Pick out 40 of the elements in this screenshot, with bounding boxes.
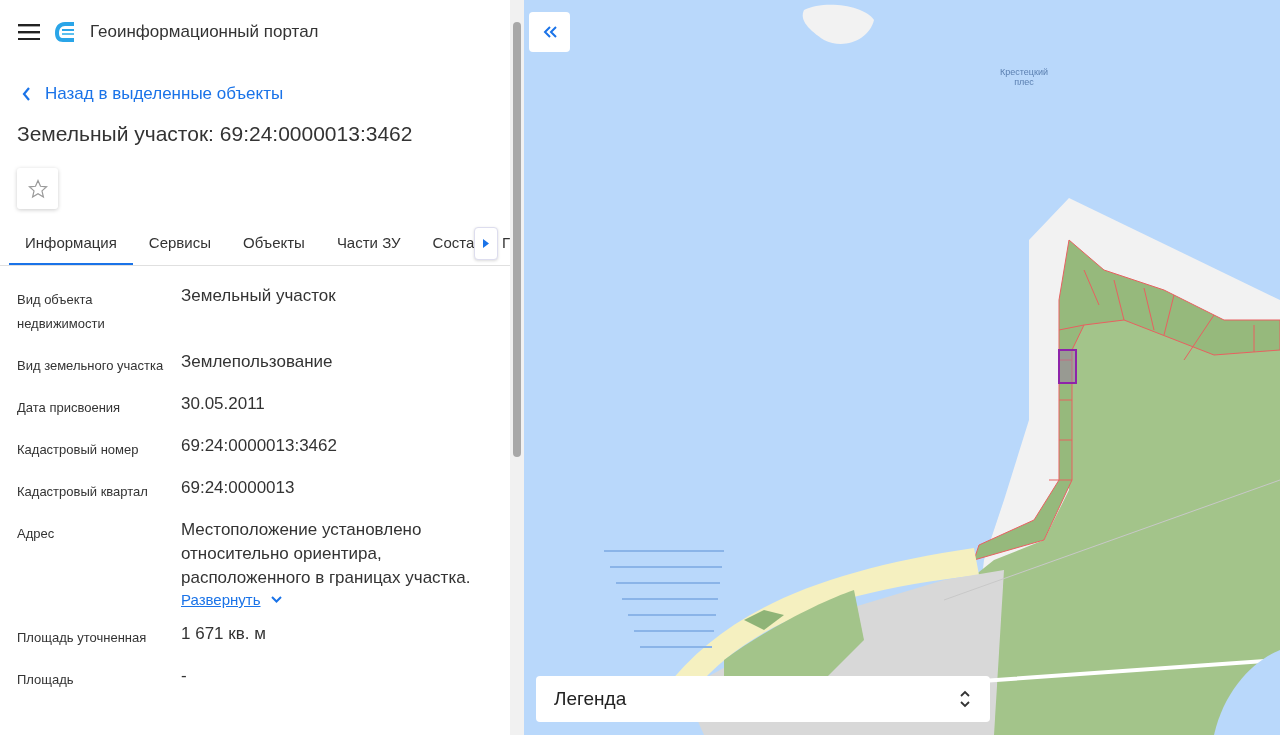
field-label: Вид земельного участка: [17, 357, 165, 375]
field-value: -: [181, 665, 188, 687]
up-down-chevron-icon: [960, 690, 970, 708]
back-link[interactable]: Назад в выделенные объекты: [45, 84, 284, 104]
field-value: 30.05.2011: [181, 393, 266, 415]
field-label: Адрес: [17, 525, 56, 543]
field-label: Вид объекта недвижимости: [17, 291, 106, 333]
map-label: Крестецкий плес: [999, 67, 1049, 87]
tab[interactable]: Сервисы: [132, 221, 227, 265]
menu-icon[interactable]: [18, 24, 40, 40]
field-value: 1 671 кв. м: [181, 623, 267, 645]
tab[interactable]: Г: [501, 221, 510, 265]
expand-link[interactable]: Развернуть: [181, 591, 261, 608]
legend-dropdown[interactable]: Легенда: [536, 676, 990, 722]
favorite-button[interactable]: [17, 168, 58, 209]
field-label: Кадастровый номер: [17, 441, 140, 459]
tab[interactable]: Части ЗУ: [320, 221, 417, 265]
field-value: 69:24:0000013:3462: [181, 435, 338, 457]
tabs-scroll-button[interactable]: [474, 226, 498, 260]
field-label: Кадастровый квартал: [17, 483, 149, 501]
back-chevron-icon[interactable]: [22, 87, 31, 101]
chevron-down-icon[interactable]: [270, 596, 282, 603]
field-label: Дата присвоения: [17, 399, 122, 417]
object-title: Земельный участок: 69:24:0000013:3462: [17, 122, 414, 146]
double-chevron-left-icon: [542, 26, 557, 38]
field-value: Землепользование: [181, 351, 334, 373]
tab[interactable]: Информация: [9, 221, 133, 265]
star-icon: [27, 178, 48, 199]
collapse-panel-button[interactable]: [529, 12, 570, 52]
field-label: Площадь уточненная: [17, 629, 148, 647]
tab[interactable]: Соста: [416, 221, 475, 265]
logo-icon: [54, 21, 76, 43]
field-value: Местоположение установлено относительно ориентира, расположенного в границах участка.: [181, 519, 472, 589]
portal-title: Геоинформационный портал: [90, 22, 319, 42]
scrollbar[interactable]: [510, 0, 524, 735]
tab[interactable]: Объекты: [227, 221, 321, 265]
right-arrow-icon: [483, 238, 490, 248]
field-value: Земельный участок: [181, 285, 337, 307]
field-value: 69:24:0000013: [181, 477, 296, 499]
field-label: Площадь: [17, 671, 75, 689]
